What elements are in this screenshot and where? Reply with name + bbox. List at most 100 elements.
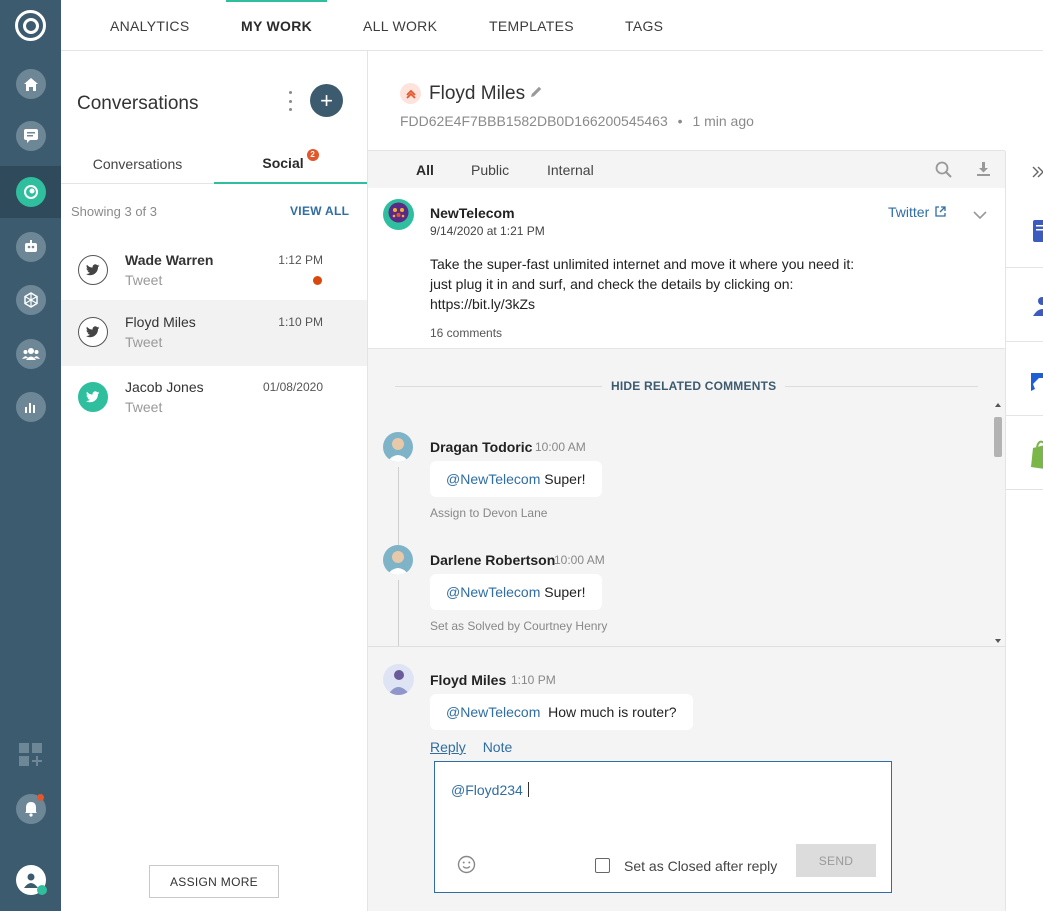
scroll-up-icon[interactable] — [995, 403, 1001, 407]
notifications-button[interactable] — [0, 783, 61, 835]
expand-panel-icon[interactable] — [1032, 165, 1043, 183]
external-link-icon — [935, 204, 946, 220]
comment-time: 10:00 AM — [535, 440, 586, 454]
network-icon — [15, 285, 46, 315]
tab-analytics[interactable]: ANALYTICS — [110, 0, 189, 51]
conversation-item[interactable]: Wade Warren Tweet 1:12 PM — [61, 238, 367, 304]
home-icon — [15, 69, 46, 99]
panel-title: Conversations — [77, 93, 199, 114]
subtab-social[interactable]: Social 2 — [214, 143, 367, 184]
scrollbar[interactable] — [992, 401, 1004, 645]
filter-all[interactable]: All — [416, 151, 434, 189]
contact-name: Wade Warren — [125, 252, 214, 268]
emoji-icon[interactable] — [457, 855, 476, 879]
related-comments: HIDE RELATED COMMENTS Dragan Todoric 10:… — [368, 349, 1005, 646]
reply-composer[interactable]: @Floyd234 Set as Closed after reply SEND — [434, 761, 892, 893]
comment-text: Super! — [540, 471, 586, 487]
chevron-down-icon[interactable] — [973, 206, 987, 224]
mention-link[interactable]: @NewTelecom — [446, 584, 540, 600]
nav-team[interactable] — [0, 328, 61, 380]
thread-connector — [398, 467, 399, 547]
download-icon[interactable] — [976, 161, 991, 182]
add-widget-icon — [18, 742, 44, 768]
reply-tab[interactable]: Reply — [430, 739, 466, 755]
messages-icon — [15, 121, 46, 151]
updated-time: 1 min ago — [692, 113, 754, 129]
conversation-item[interactable]: Floyd Miles Tweet 1:10 PM — [61, 300, 367, 366]
comment-action-note: Set as Solved by Courtney Henry — [430, 619, 608, 633]
filter-internal[interactable]: Internal — [547, 151, 594, 189]
twitter-icon — [78, 255, 108, 285]
timestamp: 01/08/2020 — [262, 380, 323, 394]
post-date: 9/14/2020 at 1:21 PM — [430, 224, 545, 238]
comment-bubble: @NewTelecom Super! — [430, 574, 602, 610]
integration-icon — [1031, 369, 1043, 396]
side-tab-contact[interactable] — [1006, 269, 1043, 342]
nav-network[interactable] — [0, 274, 61, 326]
hide-related-comments-button[interactable]: HIDE RELATED COMMENTS — [602, 379, 786, 393]
channel-label: Tweet — [125, 399, 163, 415]
assign-more-button[interactable]: ASSIGN MORE — [149, 865, 279, 898]
source-link[interactable]: Twitter — [888, 204, 946, 220]
nav-conversations[interactable] — [0, 166, 61, 218]
twitter-icon — [78, 382, 108, 412]
timestamp: 1:12 PM — [278, 253, 323, 267]
comment-count[interactable]: 16 comments — [430, 326, 502, 340]
subtab-label: Conversations — [92, 155, 183, 172]
conversation-subtabs: Conversations Social 2 — [61, 143, 367, 184]
edit-pencil-icon[interactable] — [530, 85, 543, 103]
tab-templates[interactable]: TEMPLATES — [489, 0, 574, 51]
sender-avatar — [383, 664, 414, 695]
conversation-item[interactable]: Jacob Jones Tweet 01/08/2020 — [61, 365, 367, 431]
nav-messages[interactable] — [0, 110, 61, 162]
mention-link[interactable]: @NewTelecom — [446, 704, 540, 720]
side-tab-shop[interactable] — [1006, 417, 1043, 490]
conversations-icon — [15, 177, 46, 207]
channel-label: Tweet — [125, 272, 163, 288]
close-after-reply-label[interactable]: Set as Closed after reply — [624, 858, 777, 874]
close-after-reply-checkbox[interactable] — [595, 858, 610, 873]
tab-tags[interactable]: TAGS — [625, 0, 663, 51]
sender-name: Floyd Miles — [430, 672, 507, 688]
comment-time: 10:00 AM — [554, 553, 605, 567]
contact-title: Floyd Miles — [429, 83, 526, 104]
conversation-detail: Floyd Miles FDD62E4F7BBB1582DB0D16620054… — [368, 51, 1005, 911]
send-button[interactable]: SEND — [796, 844, 876, 877]
side-tab-integration[interactable] — [1006, 343, 1043, 416]
nav-reports[interactable] — [0, 381, 61, 433]
tab-my-work[interactable]: MY WORK — [225, 0, 328, 51]
scroll-down-icon[interactable] — [995, 639, 1001, 643]
more-options-icon[interactable] — [287, 91, 293, 111]
comment-text: Super! — [540, 584, 586, 600]
priority-icon — [400, 83, 421, 104]
scrollbar-thumb[interactable] — [994, 417, 1002, 457]
latest-message: Floyd Miles 1:10 PM @NewTelecom How much… — [368, 646, 1005, 911]
nav-bots[interactable] — [0, 221, 61, 273]
add-widget-button[interactable] — [0, 729, 61, 781]
notification-badge — [37, 794, 44, 801]
document-icon — [1033, 220, 1043, 247]
view-all-link[interactable]: VIEW ALL — [290, 204, 349, 218]
search-icon[interactable] — [935, 161, 952, 183]
tab-all-work[interactable]: ALL WORK — [363, 0, 437, 51]
new-conversation-button[interactable]: + — [310, 84, 343, 117]
conversations-panel: Conversations + Conversations Social 2 S… — [61, 51, 368, 911]
note-tab[interactable]: Note — [483, 739, 513, 755]
reply-input[interactable]: @Floyd234 — [451, 782, 529, 798]
app-logo-icon[interactable] — [15, 10, 46, 41]
user-menu-button[interactable] — [0, 854, 61, 906]
message-text: How much is router? — [540, 704, 677, 720]
count-badge: 2 — [306, 148, 319, 161]
message-bubble: @NewTelecom How much is router? — [430, 694, 693, 730]
twitter-icon — [78, 317, 108, 347]
side-tab-details[interactable] — [1006, 195, 1043, 268]
unread-indicator — [313, 276, 322, 285]
meta-separator: • — [677, 113, 683, 129]
subtab-conversations[interactable]: Conversations — [61, 143, 214, 184]
thread-connector — [398, 580, 399, 646]
mention-link[interactable]: @NewTelecom — [446, 471, 540, 487]
channel-label: Tweet — [125, 334, 163, 350]
nav-home[interactable] — [0, 58, 61, 110]
settings-gear-icon — [37, 885, 47, 895]
filter-public[interactable]: Public — [471, 151, 509, 189]
